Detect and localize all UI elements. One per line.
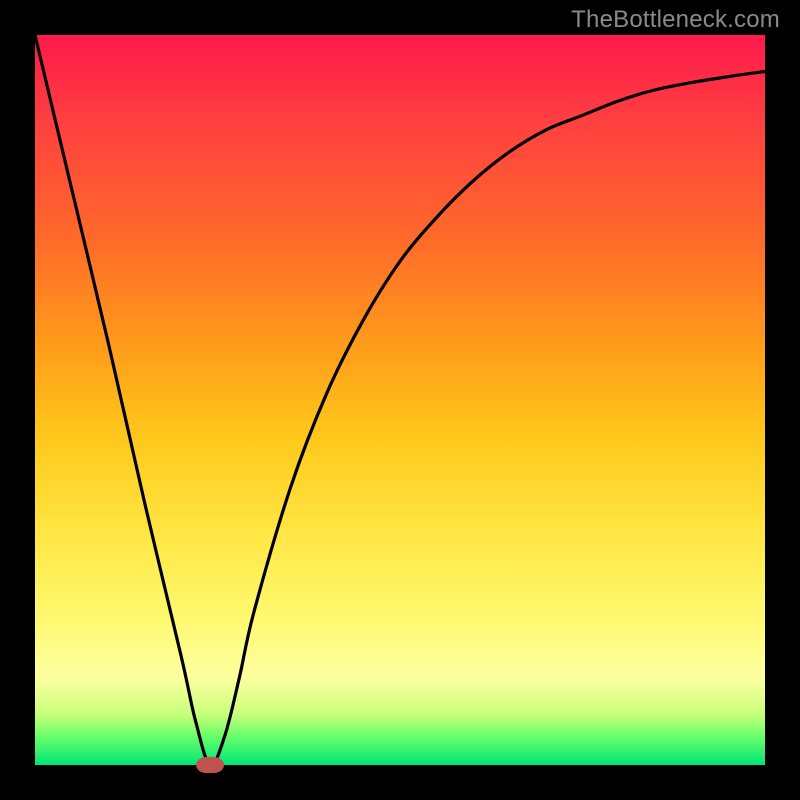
plot-area: [35, 35, 765, 765]
bottleneck-curve: [35, 35, 765, 765]
optimal-point-marker: [196, 757, 224, 773]
chart-frame: TheBottleneck.com: [0, 0, 800, 800]
watermark-text: TheBottleneck.com: [571, 6, 780, 34]
